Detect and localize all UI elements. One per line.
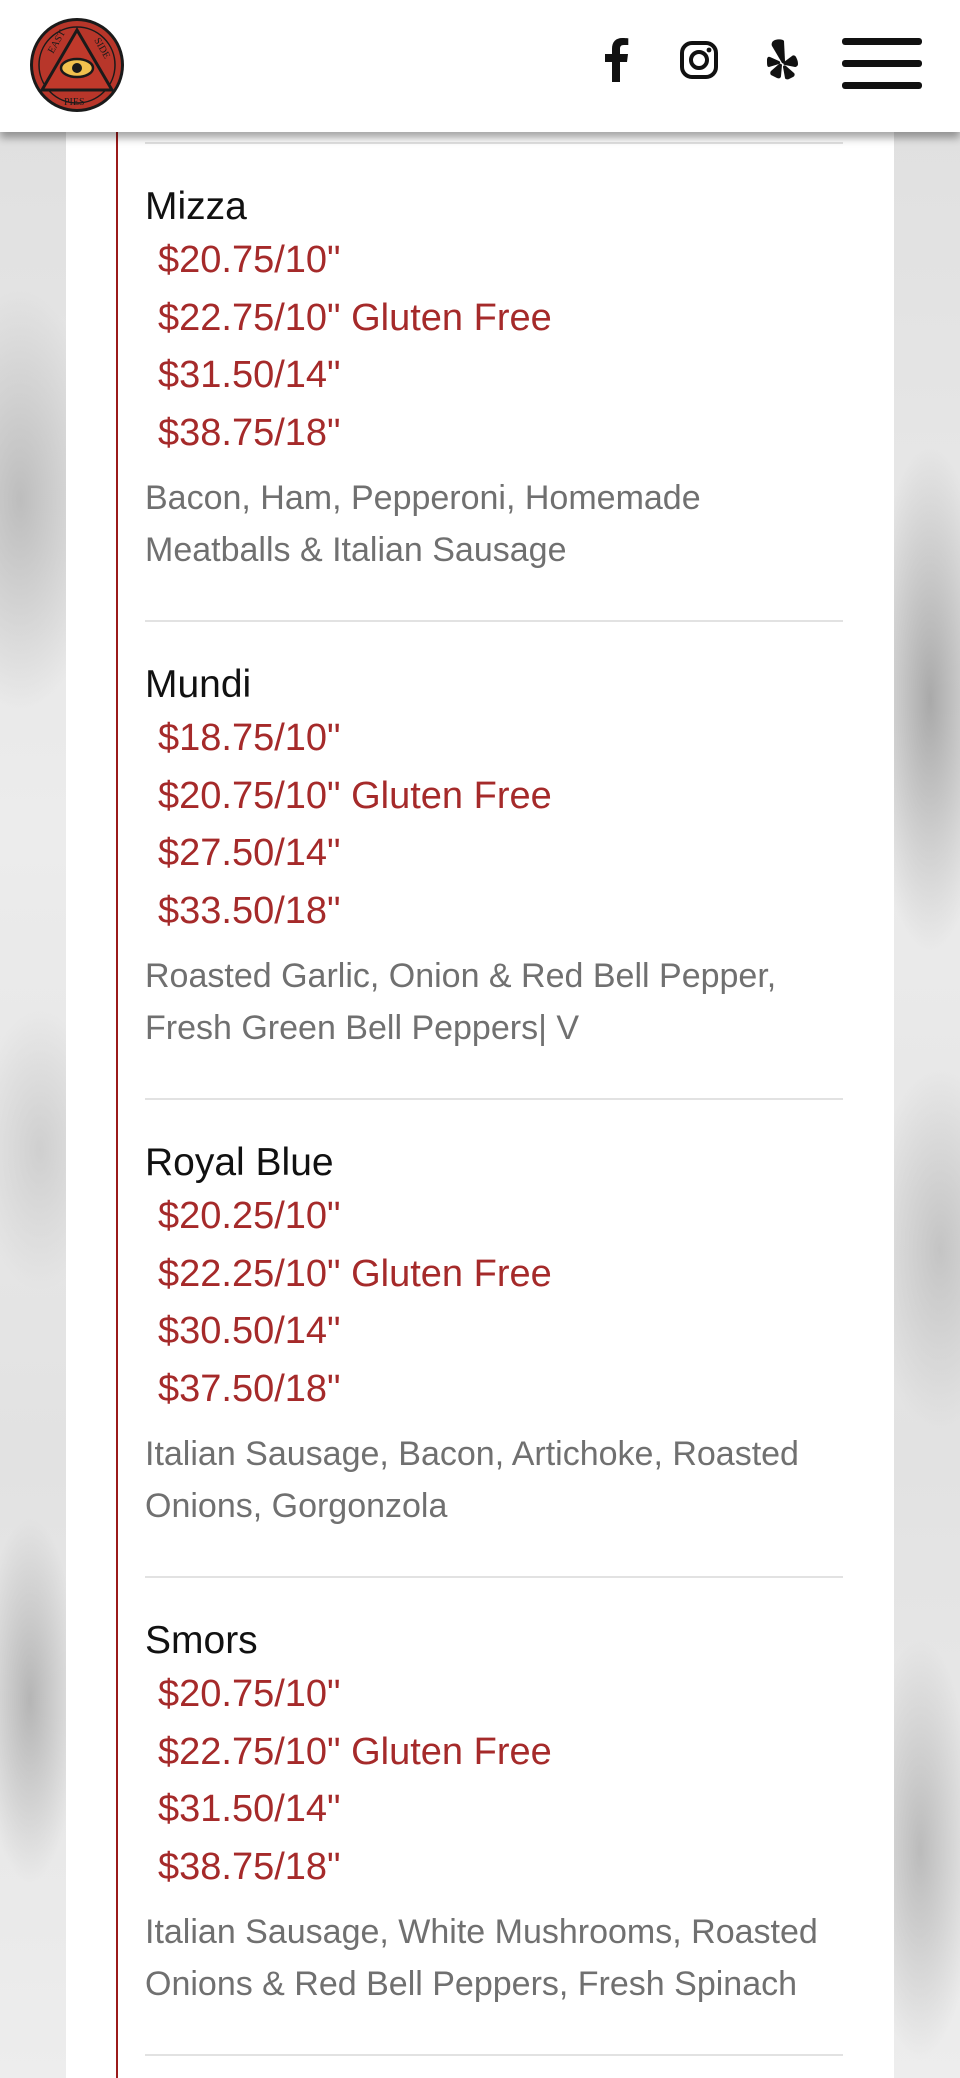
price-14: $27.50/14" [158,832,341,874]
east-side-pies-logo[interactable]: EAST SIDE PIES [28,16,126,114]
item-description: Italian Sausage, White Mushrooms, Roaste… [145,1913,818,2003]
accent-vertical-line [116,132,118,2078]
price-18: $38.75/18" [158,1845,341,1888]
menu-item-mizza: Mizza $20.75/10" $22.75/10" Gluten Free … [145,144,843,620]
price-18: $38.75/18" [158,411,341,454]
price-10-gluten-free: $22.75/10" Gluten Free [158,1730,552,1773]
menu-item-mundi: Mundi $18.75/10" $20.75/10" Gluten Free … [145,622,843,1098]
price-10: $20.75/10" [158,239,341,281]
item-name: Royal Blue [145,1141,334,1184]
price-list: $20.25/10" $22.25/10" Gluten Free $30.50… [145,1188,843,1418]
item-name: Mizza [145,185,247,228]
menu-list: Mizza $20.75/10" $22.75/10" Gluten Free … [145,132,843,2056]
item-name: Mundi [145,663,252,706]
yelp-icon [767,39,798,80]
price-14: $31.50/14" [158,1788,341,1830]
price-list: $20.75/10" $22.75/10" Gluten Free $31.50… [145,232,843,462]
item-description: Roasted Garlic, Onion & Red Bell Pepper,… [145,957,777,1047]
price-10-gluten-free: $22.75/10" Gluten Free [158,296,552,339]
price-10: $20.75/10" [158,1673,341,1715]
hamburger-bar [842,60,922,67]
menu-item-smors: Smors $20.75/10" $22.75/10" Gluten Free … [145,1578,843,2054]
instagram-icon [680,41,718,79]
item-description: Italian Sausage, Bacon, Artichoke, Roast… [145,1435,799,1525]
price-14: $31.50/14" [158,354,341,396]
hamburger-bar [842,82,922,89]
site-header: EAST SIDE PIES [0,0,960,132]
price-10-gluten-free: $22.25/10" Gluten Free [158,1252,552,1295]
menu-item-royal-blue: Royal Blue $20.25/10" $22.25/10" Gluten … [145,1100,843,1576]
hamburger-bar [842,38,922,45]
yelp-link[interactable] [760,36,804,84]
facebook-icon [605,38,629,82]
instagram-link[interactable] [677,36,721,84]
price-18: $37.50/18" [158,1367,341,1410]
logo-text-pies: PIES [64,97,85,108]
price-10-gluten-free: $20.75/10" Gluten Free [158,774,552,817]
hamburger-menu-button[interactable] [840,36,924,92]
divider [145,2054,843,2056]
item-description: Bacon, Ham, Pepperoni, Homemade Meatball… [145,479,701,569]
price-list: $18.75/10" $20.75/10" Gluten Free $27.50… [145,710,843,940]
price-18: $33.50/18" [158,889,341,932]
facebook-link[interactable] [594,36,638,84]
price-10: $18.75/10" [158,717,341,759]
item-name: Smors [145,1619,258,1662]
price-14: $30.50/14" [158,1310,341,1352]
price-10: $20.25/10" [158,1195,341,1237]
price-list: $20.75/10" $22.75/10" Gluten Free $31.50… [145,1666,843,1896]
